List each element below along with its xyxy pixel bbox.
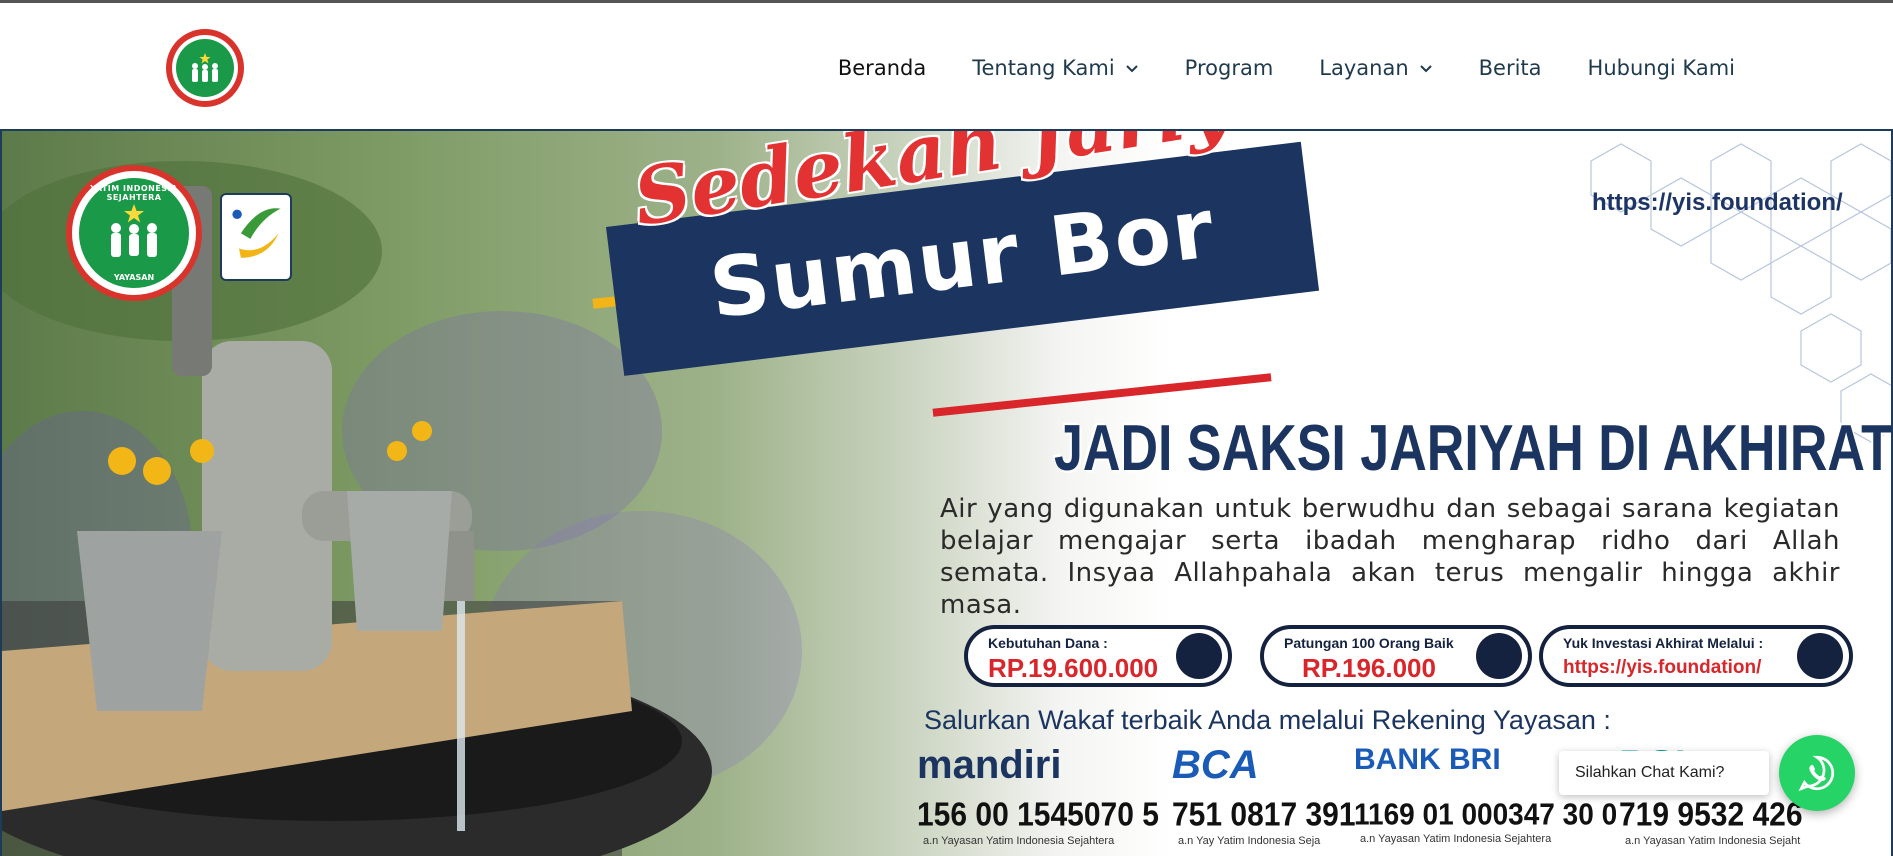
whatsapp-chat-button[interactable] xyxy=(1779,735,1855,811)
bank-mandiri: mandiri 156 00 1545070 5 a.n Yayasan Yat… xyxy=(917,743,1159,847)
description: Air yang digunakan untuk berwudhu dan se… xyxy=(940,494,1840,620)
donation-hand-icon xyxy=(1476,633,1522,679)
chat-label-text: Silahkan Chat Kami? xyxy=(1575,764,1725,781)
kemensos-emblem-icon xyxy=(232,208,281,258)
chevron-down-icon xyxy=(1125,64,1138,72)
nav-label: Tentang Kami xyxy=(972,55,1115,80)
pill-label: Patungan 100 Orang Baik xyxy=(1284,635,1454,651)
bank-account: 156 00 1545070 5 xyxy=(917,797,1159,834)
page: Beranda Tentang Kami Program Layanan Ber… xyxy=(0,0,1893,856)
salurkan-text: Salurkan Wakaf terbaik Anda melalui Reke… xyxy=(924,705,1611,735)
nav-berita[interactable]: Berita xyxy=(1479,56,1542,80)
pill-value: RP.196.000 xyxy=(1302,653,1436,683)
bank-brand: mandiri xyxy=(917,743,1062,787)
nav-hubungi-kami[interactable]: Hubungi Kami xyxy=(1588,56,1735,80)
nav-label: Layanan xyxy=(1319,55,1409,80)
pill-value: RP.19.600.000 xyxy=(988,653,1159,683)
nav-label: Hubungi Kami xyxy=(1587,55,1735,80)
logo-ring xyxy=(172,35,238,101)
yayasan-logo: YATIM INDONESIA SEJAHTERA YAYASAN xyxy=(66,165,202,301)
nav-label: Berita xyxy=(1478,55,1542,80)
nav-label: Program xyxy=(1184,55,1274,80)
bank-brand: BCA xyxy=(1172,743,1259,787)
water-tap-icon xyxy=(1176,633,1222,679)
subtitle: JADI SAKSI JARIYAH DI AKHIRAT xyxy=(1054,412,1893,485)
bank-account-name: a.n Yayasan Yatim Indonesia Sejahtera xyxy=(923,835,1115,847)
pill-investasi: Yuk Investasi Akhirat Melalui : https://… xyxy=(1539,625,1853,687)
banner-url: https://yis.foundation/ xyxy=(1592,189,1843,216)
bank-account-name: a.n Yay Yatim Indonesia Seja xyxy=(1178,835,1321,847)
main-nav: Beranda Tentang Kami Program Layanan Ber… xyxy=(838,6,1893,129)
pill-label: Kebutuhan Dana : xyxy=(988,635,1108,651)
people-icon xyxy=(192,53,218,82)
logo-ring: YATIM INDONESIA SEJAHTERA YAYASAN xyxy=(72,171,196,295)
nav-tentang-kami[interactable]: Tentang Kami xyxy=(972,56,1138,80)
nav-label: Beranda xyxy=(837,55,927,80)
whatsapp-icon xyxy=(1798,755,1835,792)
site-header: Beranda Tentang Kami Program Layanan Ber… xyxy=(0,6,1893,129)
bank-account: 751 0817 391 xyxy=(1172,797,1356,834)
bank-bca: BCA 751 0817 391 a.n Yay Yatim Indonesia… xyxy=(1172,743,1356,847)
logo-core: YATIM INDONESIA SEJAHTERA YAYASAN xyxy=(79,178,189,288)
nav-layanan[interactable]: Layanan xyxy=(1319,56,1432,80)
bank-account-name: a.n Yayasan Yatim Indonesia Sejahtera xyxy=(1360,833,1552,845)
chevron-down-icon xyxy=(1419,64,1432,72)
hero-banner[interactable]: YATIM INDONESIA SEJAHTERA YAYASAN https:… xyxy=(0,129,1893,856)
bank-account: 719 9532 426 xyxy=(1619,797,1803,834)
logo-text-top: YATIM INDONESIA SEJAHTERA xyxy=(90,184,178,202)
pill-value: https://yis.foundation/ xyxy=(1563,657,1762,678)
bank-account-name: a.n Yayasan Yatim Indonesia Sejaht xyxy=(1625,835,1801,847)
kemensos-logo xyxy=(220,193,292,281)
logo-people-icon xyxy=(176,39,234,97)
pill-patungan: Patungan 100 Orang Baik RP.196.000 xyxy=(1260,625,1532,687)
logo-text-bottom: YAYASAN xyxy=(113,273,155,282)
megaphone-icon xyxy=(1797,633,1843,679)
pill-label: Yuk Investasi Akhirat Melalui : xyxy=(1563,635,1764,651)
chat-label[interactable]: Silahkan Chat Kami? xyxy=(1559,751,1769,795)
pill-kebutuhan-dana: Kebutuhan Dana : RP.19.600.000 xyxy=(964,625,1232,687)
nav-beranda[interactable]: Beranda xyxy=(838,56,926,80)
bank-account: 1169 01 000347 30 0 xyxy=(1354,797,1618,832)
site-logo[interactable] xyxy=(166,29,244,107)
people-icon xyxy=(111,204,157,257)
nav-program[interactable]: Program xyxy=(1185,56,1274,80)
